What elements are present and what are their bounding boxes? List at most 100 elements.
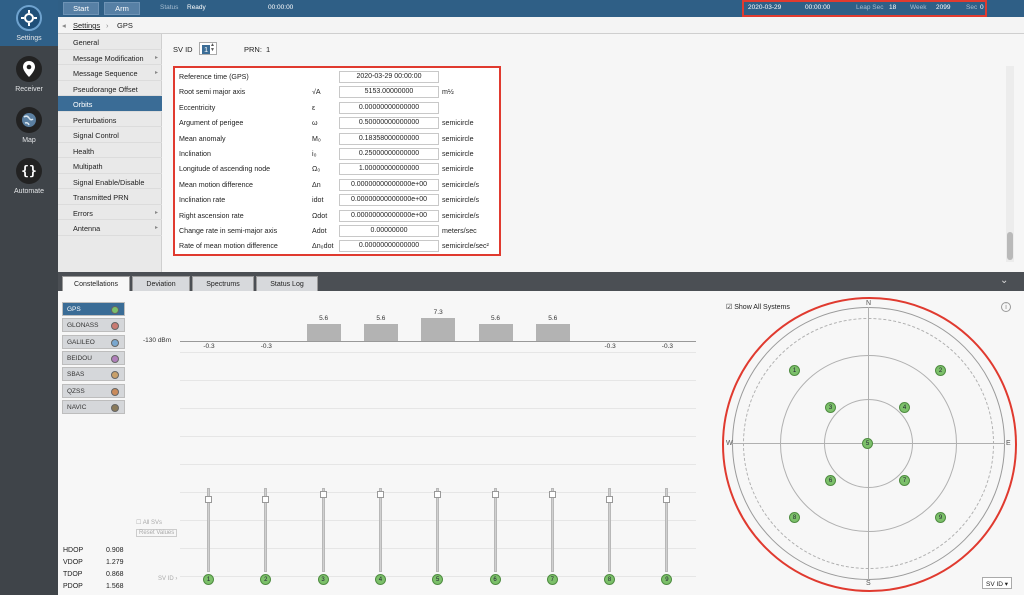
power-bar-label: -0.3 (203, 343, 215, 350)
param-value-field[interactable]: 0.00000000000000 (339, 240, 439, 253)
satellite-marker[interactable]: 6 (825, 475, 836, 486)
param-value-field[interactable]: 0.00000000 (339, 225, 439, 237)
menu-item-antenna[interactable]: Antenna ▸ (58, 220, 162, 236)
param-value-field[interactable]: 0.00000000000000 (339, 101, 439, 114)
satellite-marker[interactable]: 1 (789, 365, 800, 376)
param-value-field[interactable]: 0.00000000000000e+00 (339, 194, 439, 207)
menu-item-general[interactable]: General (58, 34, 162, 50)
menu-item-label: Antenna (73, 224, 101, 233)
menu-item-signal-control[interactable]: Signal Control (58, 127, 162, 143)
spin-arrows-icon[interactable]: ▲ ▼ (210, 43, 215, 53)
constellation-name: BEIDOU (67, 354, 92, 362)
sv-id-badge[interactable]: 1 (203, 574, 214, 585)
constellation-qzss[interactable]: QZSS (62, 383, 125, 398)
power-slider-handle[interactable] (434, 491, 442, 498)
param-unit: semicircle (442, 134, 474, 143)
menu-item-orbits[interactable]: Orbits (58, 96, 162, 112)
menu-item-multipath[interactable]: Multipath (58, 158, 162, 174)
param-value-field[interactable]: 0.00000000000000e+00 (339, 209, 439, 222)
constellation-name: SBAS (67, 371, 85, 379)
power-slider-handle[interactable] (548, 491, 556, 498)
power-slider-track[interactable] (378, 488, 382, 572)
rail-item-receiver[interactable]: Receiver (0, 56, 58, 93)
param-value-field[interactable]: 0.25000000000000 (339, 148, 439, 160)
param-value-field[interactable]: 0.18358000000000 (339, 132, 439, 145)
constellation-galileo[interactable]: GALILEO (62, 334, 125, 349)
power-slider-handle[interactable] (663, 496, 671, 503)
sv-id-badge[interactable]: 3 (317, 574, 329, 585)
param-value-field[interactable]: 0.00000000000000e+00 (339, 178, 439, 191)
menu-item-errors[interactable]: Errors ▸ (58, 205, 162, 220)
power-slider-handle[interactable] (205, 496, 212, 503)
menu-item-transmitted-prn[interactable]: Transmitted PRN (58, 189, 162, 205)
menu-item-signal-enable-disable[interactable]: Signal Enable/Disable (58, 174, 162, 189)
constellation-sbas[interactable]: SBAS (62, 367, 125, 382)
rail-item-settings[interactable]: Settings (0, 0, 58, 46)
param-unit: semicircle/s (442, 196, 480, 205)
satellite-marker[interactable]: 3 (825, 402, 836, 413)
tab-spectrums[interactable]: Spectrums (192, 276, 254, 291)
reference-line (180, 341, 696, 342)
power-slider-track[interactable] (436, 488, 440, 572)
rail-item-automate[interactable]: {} Automate (0, 158, 58, 195)
power-slider-handle[interactable] (491, 491, 499, 498)
satellite-marker[interactable]: 8 (789, 512, 800, 523)
back-arrow-icon[interactable]: ◂ (62, 21, 66, 30)
info-icon[interactable]: i (1001, 302, 1011, 312)
prn-label: PRN: (244, 45, 262, 54)
param-value-field[interactable]: 1.00000000000000 (339, 163, 439, 176)
menu-item-pseudorange-offset[interactable]: Pseudorange Offset (58, 81, 162, 96)
tab-constellations[interactable]: Constellations (62, 276, 130, 291)
menu-item-message-sequence[interactable]: Message Sequence ▸ (58, 65, 162, 81)
constellation-glonass[interactable]: GLONASS (62, 318, 125, 333)
reset-values-button[interactable]: Reset Values (136, 529, 178, 537)
chevron-down-icon[interactable]: ⌄ (1000, 275, 1008, 286)
all-svs-checkbox[interactable]: ☐ All SVs (136, 519, 162, 526)
menu-item-perturbations[interactable]: Perturbations (58, 112, 162, 127)
param-unit: semicircle/s (442, 211, 480, 220)
constellation-navic[interactable]: NAVIC (62, 399, 125, 414)
param-value-field[interactable]: 2020-03-29 00:00:00 (339, 71, 439, 83)
constellation-name: NAVIC (67, 403, 87, 411)
constellation-beidou[interactable]: BEIDOU (62, 350, 125, 365)
param-symbol: Ωdot (312, 211, 328, 220)
power-slider-handle[interactable] (319, 491, 327, 498)
power-bar-label: -0.3 (604, 343, 616, 350)
power-slider-handle[interactable] (376, 491, 384, 498)
satellite-marker[interactable]: 2 (935, 365, 946, 376)
menu-item-health[interactable]: Health (58, 143, 162, 158)
sv-id-badge[interactable]: 4 (374, 574, 386, 585)
param-value-field[interactable]: 5153.00000000 (339, 86, 439, 99)
power-slider-track[interactable] (493, 488, 497, 572)
satellite-marker[interactable]: 5 (862, 438, 873, 449)
power-slider-track[interactable] (550, 488, 554, 572)
menu-item-message-modification[interactable]: Message Modification ▸ (58, 50, 162, 65)
arm-button[interactable]: Arm (104, 2, 140, 15)
sec-value: 0 (980, 4, 984, 11)
param-label: Right ascension rate (179, 211, 244, 220)
scrollbar-thumb[interactable] (1007, 232, 1013, 260)
power-slider-handle[interactable] (262, 496, 270, 503)
param-symbol: √A (312, 88, 321, 97)
power-slider-track[interactable] (321, 488, 325, 572)
breadcrumb-settings[interactable]: Settings (73, 21, 100, 30)
sv-id-spinbox[interactable]: 1 ▲ ▼ (199, 42, 217, 55)
tab-deviation[interactable]: Deviation (132, 276, 190, 291)
sv-id-badge[interactable]: 7 (546, 574, 558, 585)
constellation-gps[interactable]: GPS (62, 302, 125, 316)
chevron-right-icon: ▸ (154, 225, 158, 231)
param-value-field[interactable]: 0.50000000000000 (339, 117, 439, 130)
menu-item-label: Perturbations (73, 115, 117, 125)
chevron-right-icon: ▸ (154, 54, 158, 61)
sky-sv-select[interactable]: SV ID ▾ (982, 577, 1012, 589)
sv-id-badge[interactable]: 6 (489, 574, 501, 585)
start-button[interactable]: Start (63, 2, 99, 15)
satellite-marker[interactable]: 4 (899, 402, 910, 413)
tab-status-log[interactable]: Status Log (256, 276, 318, 291)
satellite-marker[interactable]: 7 (899, 475, 910, 486)
rail-item-map[interactable]: Map (0, 107, 58, 144)
satellite-marker[interactable]: 9 (935, 512, 946, 523)
power-slider-handle[interactable] (606, 496, 614, 503)
show-all-systems-checkbox[interactable]: ☑ Show All Systems (726, 303, 790, 311)
power-bar (421, 318, 456, 341)
